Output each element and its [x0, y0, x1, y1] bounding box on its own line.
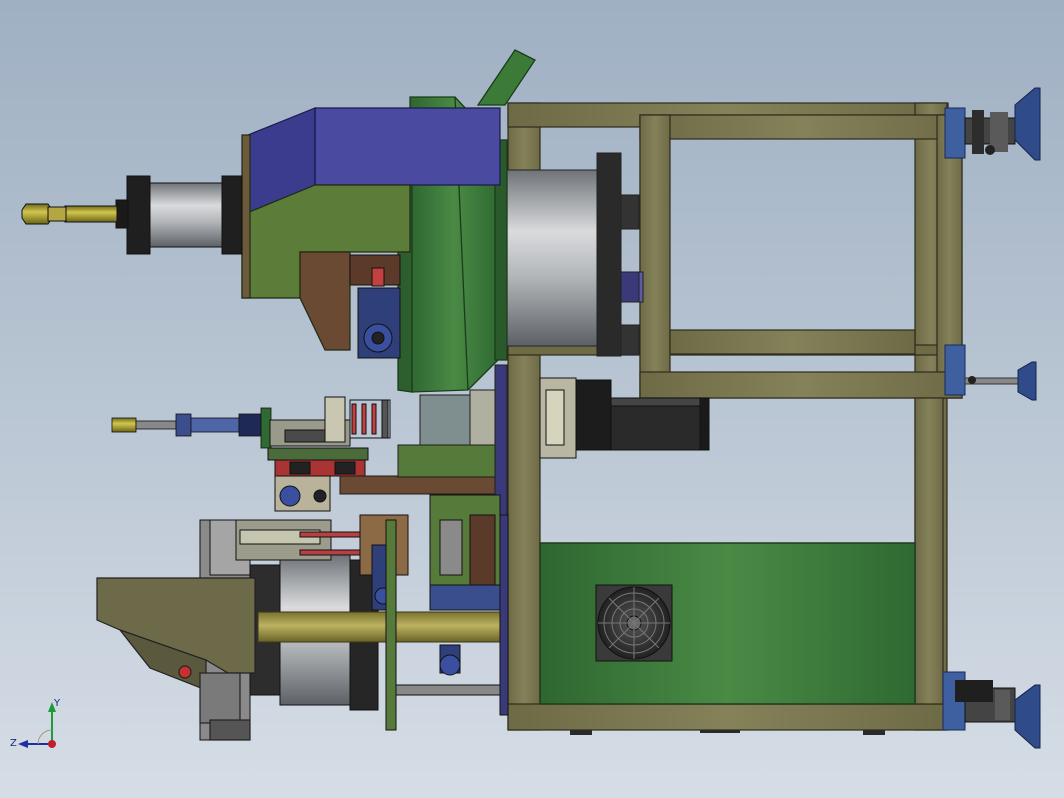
coordinate-triad-icon[interactable]: Y Z: [8, 698, 68, 758]
leveling-foot-top[interactable]: [944, 87, 1041, 161]
rotary-drum[interactable]: [504, 152, 644, 357]
z-axis-label: Z: [10, 738, 17, 749]
cooling-fan-icon: [595, 584, 673, 662]
frame-skids: [570, 730, 885, 735]
pneumatic-cylinder-top[interactable]: [21, 175, 243, 255]
drive-block: [349, 254, 401, 359]
cad-viewport[interactable]: Y Z: [0, 0, 1064, 798]
origin-point-icon: [48, 740, 56, 748]
machine-assembly-drawing[interactable]: [0, 0, 1064, 798]
discharge-chute: [96, 577, 256, 741]
leveling-foot-bottom[interactable]: [942, 671, 1041, 749]
output-tube[interactable]: [257, 611, 504, 643]
leveling-foot-middle[interactable]: [944, 344, 1037, 401]
y-axis-label: Y: [53, 698, 61, 709]
pneumatic-cylinder-middle[interactable]: [111, 407, 272, 449]
z-axis-head-icon: [18, 740, 28, 748]
